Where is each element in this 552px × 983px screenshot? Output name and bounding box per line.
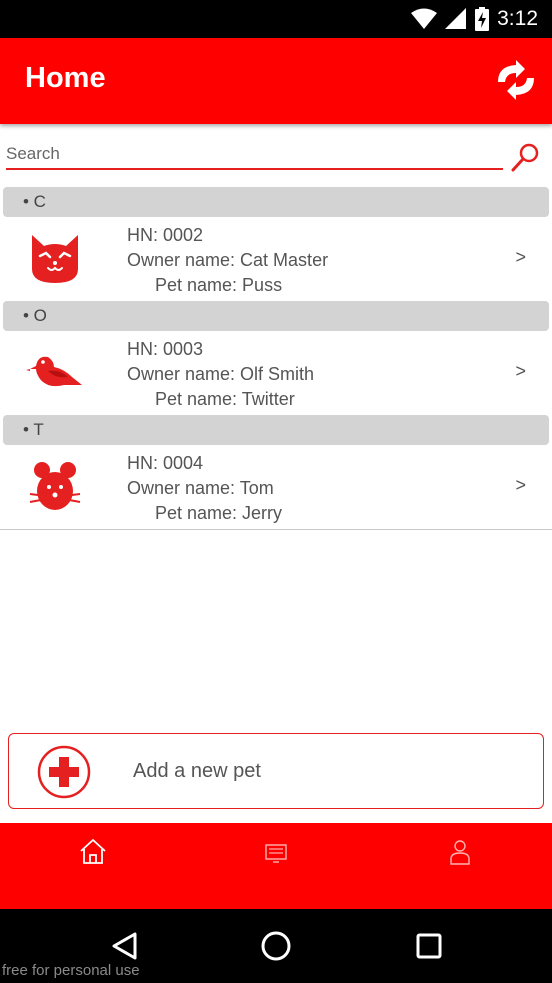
search-icon[interactable]	[510, 142, 540, 172]
add-pet-label: Add a new pet	[133, 760, 261, 782]
section-header-c: • C	[3, 187, 549, 217]
pet-name: Pet name: Puss	[155, 275, 283, 295]
watermark: free for personal use	[2, 962, 140, 979]
app-bar: Home	[0, 38, 552, 124]
list-item[interactable]: HN: 0003 Owner name: Olf Smith Pet name:…	[0, 331, 552, 415]
chevron-right-icon: >	[515, 247, 526, 267]
recents-icon[interactable]	[409, 926, 449, 966]
add-pet-button[interactable]: Add a new pet	[8, 733, 544, 809]
status-bar: 3:12	[0, 0, 552, 38]
cat-icon	[32, 235, 78, 283]
signal-icon	[445, 8, 467, 29]
hn-label: HN: 0003	[127, 339, 204, 359]
page-title: Home	[25, 62, 106, 94]
list-divider	[0, 529, 552, 530]
search-input[interactable]	[6, 142, 503, 170]
hn-label: HN: 0004	[127, 453, 204, 473]
chevron-right-icon: >	[515, 475, 526, 495]
mouse-icon	[29, 462, 81, 510]
status-time: 3:12	[497, 7, 538, 30]
section-header-o: • O	[3, 301, 549, 331]
wifi-icon	[411, 8, 438, 29]
monitor-icon[interactable]	[261, 837, 291, 867]
list-item[interactable]: HN: 0004 Owner name: Tom Pet name: Jerry…	[0, 445, 552, 529]
row-text: HN: 0002 Owner name: Cat Master Pet name…	[127, 223, 328, 298]
refresh-icon[interactable]	[492, 60, 540, 100]
owner-name: Owner name: Tom	[127, 478, 274, 498]
home-circle-icon[interactable]	[256, 926, 296, 966]
person-icon[interactable]	[445, 837, 475, 867]
pet-name: Pet name: Twitter	[155, 389, 295, 409]
list-item[interactable]: HN: 0002 Owner name: Cat Master Pet name…	[0, 217, 552, 301]
pet-list: • C HN: 0002 Owner name: Cat Master Pet …	[0, 187, 552, 530]
battery-charging-icon	[475, 7, 490, 31]
row-text: HN: 0004 Owner name: Tom Pet name: Jerry	[127, 451, 282, 526]
chevron-right-icon: >	[515, 361, 526, 381]
hn-label: HN: 0002	[127, 225, 204, 245]
screen: 3:12 Home • C HN: 0	[0, 0, 552, 983]
bird-icon	[26, 356, 82, 387]
pet-name: Pet name: Jerry	[155, 503, 283, 523]
search-bar	[6, 140, 540, 174]
back-icon[interactable]	[104, 926, 144, 966]
owner-name: Owner name: Cat Master	[127, 250, 329, 270]
bottom-tab-bar	[0, 823, 552, 909]
home-icon[interactable]	[78, 837, 108, 867]
section-header-t: • T	[3, 415, 549, 445]
status-icons: 3:12	[411, 6, 538, 32]
row-text: HN: 0003 Owner name: Olf Smith Pet name:…	[127, 337, 314, 412]
plus-circle-icon	[37, 745, 91, 799]
owner-name: Owner name: Olf Smith	[127, 364, 315, 384]
